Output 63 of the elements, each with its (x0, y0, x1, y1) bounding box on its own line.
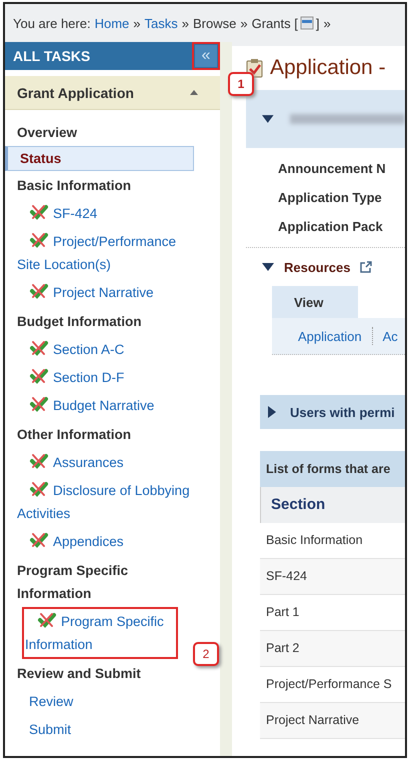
breadcrumb-label: You are here: (13, 16, 91, 30)
window-icon[interactable] (300, 16, 314, 30)
check-x-icon (29, 232, 49, 248)
breadcrumb-separator: » (133, 16, 141, 30)
field-label: Application Pack (278, 218, 384, 236)
check-x-icon (29, 204, 49, 220)
nav-link[interactable]: Review (17, 690, 194, 713)
column-header: Section (270, 495, 326, 515)
table-caption: List of forms that are (260, 451, 405, 487)
form-link[interactable]: Appendices (17, 530, 194, 553)
field-label: Application Type (278, 189, 383, 207)
nav-link[interactable]: Status (5, 146, 194, 171)
group-heading: Review and Submit (17, 665, 142, 683)
form-link[interactable]: Budget Narrative (17, 394, 194, 417)
section-title: Resources (284, 260, 350, 274)
form-link[interactable]: Program Specific Information (25, 610, 175, 656)
check-x-icon (29, 368, 49, 384)
resource-link[interactable]: Ac (382, 328, 398, 344)
form-link[interactable]: Section A-C (17, 338, 194, 361)
page-title: Application - (270, 56, 386, 80)
callout-badge: 1 (228, 72, 254, 96)
check-x-icon (29, 283, 49, 299)
breadcrumb-separator: » (182, 16, 189, 30)
breadcrumb-text: ] (316, 16, 320, 30)
check-x-icon (37, 612, 57, 628)
breadcrumb-text: Grants [ (252, 16, 298, 30)
form-link[interactable]: SF-424 (17, 202, 194, 225)
form-link[interactable]: Section D-F (17, 366, 194, 389)
table-cell-text: SF-424 (265, 568, 308, 585)
group-heading: Other Information (17, 426, 132, 444)
table-cell-text: Project Narrative (265, 712, 360, 729)
group-heading: Basic Information (17, 177, 132, 195)
table-cell-text: Part 2 (265, 640, 300, 657)
group-heading: Overview (17, 124, 78, 142)
check-x-icon (29, 340, 49, 356)
check-x-icon (29, 532, 49, 548)
tab[interactable]: View (272, 286, 358, 318)
breadcrumb-separator: » (323, 16, 331, 30)
callout-badge: 2 (193, 642, 219, 666)
check-x-icon (29, 453, 49, 469)
group-heading: Budget Information (17, 313, 142, 331)
breadcrumb-separator: » (240, 16, 248, 30)
form-link[interactable]: Project Narrative (17, 281, 194, 304)
breadcrumb-link[interactable]: Tasks (144, 16, 178, 30)
table-cell-text: Basic Information (265, 532, 364, 549)
external-link-icon[interactable] (360, 261, 372, 273)
resource-link[interactable]: Application (298, 328, 362, 344)
form-link[interactable]: Project/Performance Site Location(s) (17, 230, 194, 276)
check-x-icon (29, 481, 49, 497)
section-header[interactable]: Grant Application (5, 76, 220, 110)
table-cell-text: Part 1 (265, 604, 300, 621)
check-x-icon (29, 396, 49, 412)
field-label: Announcement N (278, 160, 387, 178)
clipboard-check-icon (246, 58, 264, 78)
breadcrumb-text: Browse (192, 16, 236, 30)
form-link[interactable]: Assurances (17, 451, 194, 474)
sidebar-title: ALL TASKS (13, 48, 90, 64)
group-heading: Program Specific Information (17, 562, 130, 603)
users-panel-header[interactable]: Users with permi (260, 395, 405, 429)
nav-link[interactable]: Submit (17, 718, 194, 741)
table-cell-text: Project/Performance S (265, 676, 393, 693)
form-link[interactable]: Disclosure of Lobbying Activities (17, 479, 194, 525)
breadcrumb-link[interactable]: Home (94, 16, 130, 30)
